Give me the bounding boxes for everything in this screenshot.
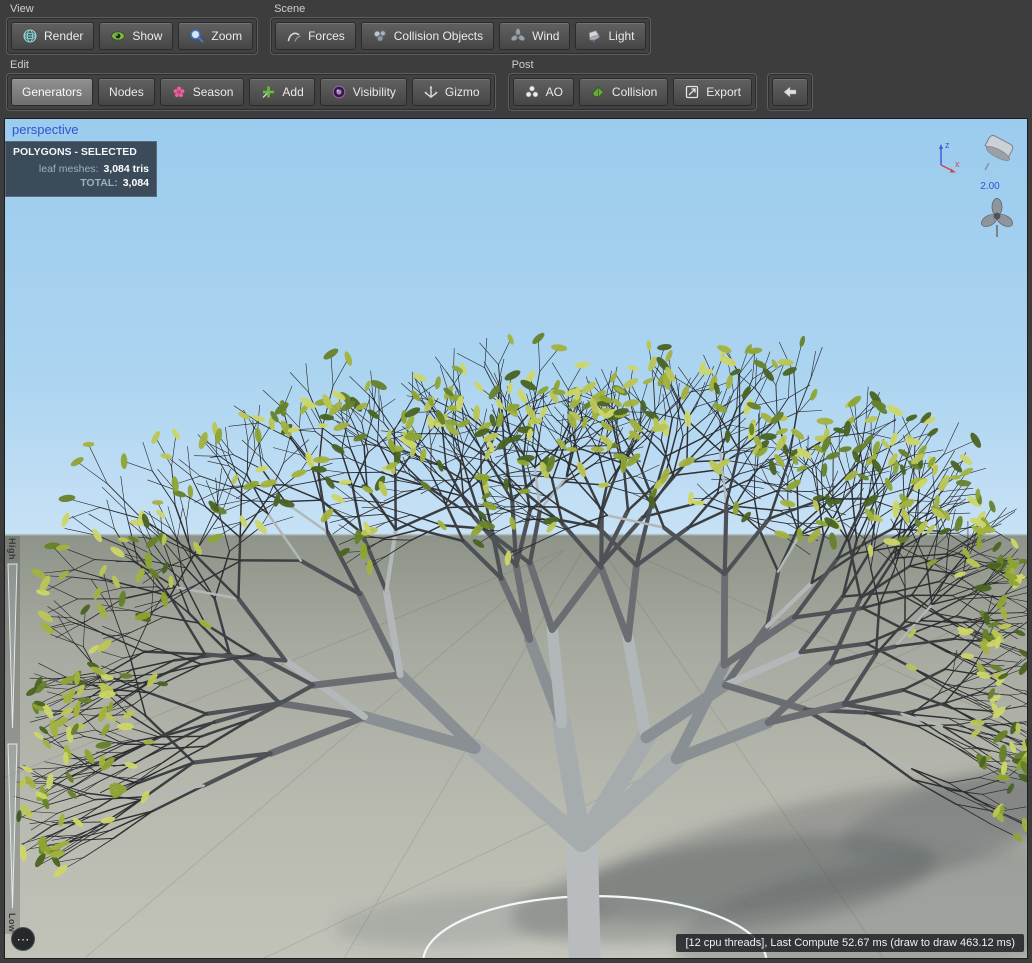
show-button[interactable]: Show (99, 22, 174, 50)
back-button[interactable] (771, 78, 808, 106)
spheres-icon (372, 28, 388, 44)
collision-button[interactable]: Collision (578, 78, 669, 106)
season-button[interactable]: Season (159, 78, 245, 106)
polygons-row-value: 3,084 tris (103, 163, 149, 175)
season-button-label: Season (192, 85, 234, 99)
ao-button-label: AO (545, 85, 563, 99)
nodes-button[interactable]: Nodes (98, 78, 155, 106)
light-gizmo[interactable]: 2.00 (975, 134, 1019, 192)
export-button[interactable]: Export (673, 78, 752, 106)
generators-button-label: Generators (22, 85, 83, 99)
add-button[interactable]: Add (249, 78, 315, 106)
lod-slider-wedges[interactable] (5, 536, 20, 934)
edit-group-panel: Generators Nodes Season Add Visibility G… (6, 73, 496, 111)
camera-label[interactable]: perspective (12, 122, 78, 137)
fan-icon (510, 28, 526, 44)
collision-button-label: Collision (611, 85, 658, 99)
wind-button[interactable]: Wind (499, 22, 571, 50)
render-globe-icon (22, 28, 38, 44)
light-button[interactable]: Light (575, 22, 646, 50)
polygons-total-label: TOTAL: (80, 177, 118, 189)
axis-x-label: x (955, 159, 960, 169)
axis-gizmo[interactable]: z x (925, 139, 961, 182)
polygons-total-value: 3,084 (122, 177, 149, 189)
show-button-label: Show (132, 29, 163, 43)
back-arrow-icon (781, 84, 799, 100)
polygons-row-total: TOTAL: 3,084 (13, 176, 149, 190)
status-bar: [12 cpu threads], Last Compute 52.67 ms … (676, 934, 1024, 952)
more-options-button[interactable]: ⋯ (11, 927, 35, 951)
viewport-3d[interactable]: perspective POLYGONS - SELECTED leaf mes… (4, 118, 1028, 959)
zoom-button-label: Zoom (211, 29, 243, 43)
eye-icon (110, 28, 126, 44)
edit-group-label: Edit (10, 59, 29, 71)
visibility-button[interactable]: Visibility (319, 78, 407, 106)
magnifier-icon (189, 28, 205, 44)
view-group: View Render Show Zoom (6, 2, 259, 55)
generators-button[interactable]: Generators (11, 78, 94, 106)
polygons-row-label: leaf meshes: (38, 163, 99, 175)
back-button-panel (766, 73, 813, 111)
scene-group-panel: Forces Collision Objects Wind Light (270, 17, 651, 55)
add-button-label: Add (282, 85, 304, 99)
gizmo-button-label: Gizmo (444, 85, 480, 99)
polygons-panel: POLYGONS - SELECTED leaf meshes: 3,084 t… (5, 141, 157, 197)
lod-slider[interactable]: High Low (5, 536, 20, 934)
ao-dots-icon (524, 84, 540, 100)
zoom-button[interactable]: Zoom (178, 22, 254, 50)
post-group: Post AO Collision Export (507, 58, 813, 111)
view-group-panel: Render Show Zoom (6, 17, 259, 55)
ao-button[interactable]: AO (512, 78, 574, 106)
wind-button-label: Wind (532, 29, 560, 43)
nodes-button-label: Nodes (109, 85, 144, 99)
forces-button[interactable]: Forces (275, 22, 356, 50)
scene-group-label: Scene (274, 3, 306, 15)
polygons-row-leaf-meshes: leaf meshes: 3,084 tris (13, 162, 149, 176)
render-button[interactable]: Render (11, 22, 95, 50)
export-icon (684, 84, 700, 100)
light-value: 2.00 (980, 181, 1000, 192)
toolbar-row-2: Edit Generators Nodes Season Add Visibil… (6, 58, 813, 111)
render-button-label: Render (44, 29, 84, 43)
collision-objects-button[interactable]: Collision Objects (360, 22, 495, 50)
flower-icon (171, 84, 187, 100)
collision-shape-icon (590, 84, 606, 100)
forces-button-label: Forces (308, 29, 345, 43)
visibility-button-label: Visibility (352, 85, 396, 99)
post-group-panel: AO Collision Export (507, 73, 757, 111)
add-plus-icon (260, 84, 276, 100)
collision-objects-button-label: Collision Objects (393, 29, 484, 43)
wind-gizmo[interactable] (977, 197, 1017, 246)
post-group-label: Post (511, 59, 534, 71)
axis-z-label: z (945, 140, 950, 150)
light-button-label: Light (608, 29, 635, 43)
gizmo-button[interactable]: Gizmo (411, 78, 491, 106)
view-group-label: View (10, 3, 34, 15)
lod-high-label: High (7, 538, 17, 560)
export-button-label: Export (706, 85, 741, 99)
visibility-eye-icon (331, 84, 347, 100)
polygons-panel-title: POLYGONS - SELECTED (13, 146, 137, 158)
scene-group: Scene Forces Collision Objects Wind Ligh… (270, 2, 651, 55)
lamp-icon (586, 28, 602, 44)
toolbar-row-1: View Render Show Zoom Scene Forces Colli… (6, 2, 651, 55)
gizmo-arrows-icon (423, 84, 439, 100)
wind-gizmo-icon (977, 198, 1017, 245)
light-gizmo-icon (975, 134, 1019, 179)
edit-group: Edit Generators Nodes Season Add Visibil… (6, 58, 496, 111)
force-curve-icon (286, 28, 302, 44)
tree-render (5, 332, 1027, 958)
